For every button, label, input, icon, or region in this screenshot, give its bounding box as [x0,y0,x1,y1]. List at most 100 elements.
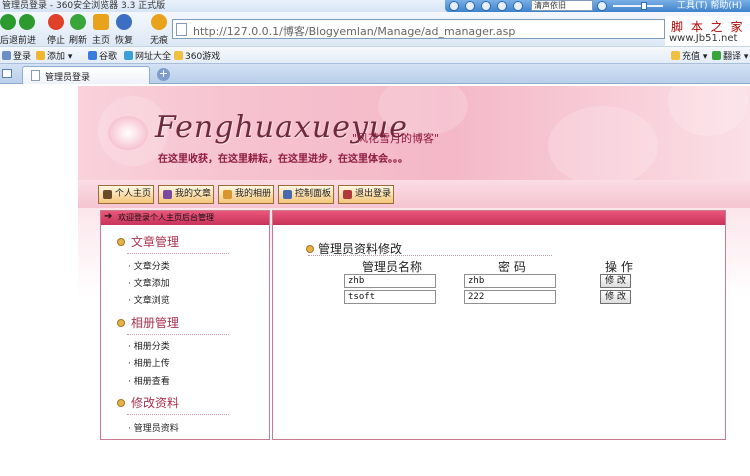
sidebar-section-album: 相册管理 [117,314,179,331]
sidebar-item-album-upload[interactable]: · 相册上传 [128,356,170,369]
page-icon [31,70,40,81]
modify-button[interactable]: 修 改 [600,274,631,288]
fav-login[interactable]: 登录 [2,49,31,62]
google-icon [88,51,97,60]
logout-icon [343,190,352,199]
site-logo-subtitle: "风花雪月的博客" [352,132,440,145]
top-right-menu[interactable]: 工具(T) 帮助(H) [677,0,742,11]
nav-album-label: 我的相册 [235,189,272,199]
refresh-icon [70,14,86,30]
volume-slider-knob[interactable] [641,2,647,10]
new-tab-button[interactable]: + [157,68,170,81]
forward-button[interactable]: 前进 [16,12,38,46]
translate-icon [712,51,721,60]
panel-icon [283,190,292,199]
address-url[interactable]: http://127.0.0.1/博客/Blogyemlan/Manage/ad… [193,23,515,39]
window-title: 管理员登录 - 360安全浏览器 3.3 正式版 [2,1,166,11]
fav-sites[interactable]: 网址大全 [124,49,171,62]
sidebar-item-label: 文章浏览 [133,296,170,306]
watermark-line-2: www.Jb51.net [669,33,738,44]
site-watermark: 脚 本 之 家 www.Jb51.net [665,16,750,46]
column-header-action: 操 作 [605,260,633,274]
nav-control-panel[interactable]: 控制面板 [278,185,334,204]
admin-name-input[interactable]: tsoft [344,290,436,304]
next-track-icon[interactable] [513,1,523,11]
stop-label: 停止 [46,36,65,46]
restore-icon [116,14,132,30]
fav-translate[interactable]: 翻译 ▾ [712,49,748,62]
nav-album[interactable]: 我的相册 [218,185,274,204]
sidebar-item-album-category[interactable]: · 相册分类 [128,339,170,352]
bullet-icon [306,245,314,253]
stop-track-icon[interactable] [497,1,507,11]
fav-recharge-label: 充值 [682,52,701,62]
fav-add[interactable]: 添加 ▾ [36,49,72,62]
sidebar-item-article-add[interactable]: · 文章添加 [128,276,170,289]
previous-track-icon[interactable] [465,1,475,11]
admin-name-input[interactable]: zhb [344,274,436,288]
restore-label: 恢复 [114,36,133,46]
sidebar-header: ➔ 欢迎登录个人主页后台管理 [101,211,269,225]
traceless-button[interactable]: 无痕 [147,12,171,46]
fav-translate-label: 翻译 [723,52,742,62]
fav-google[interactable]: 谷歌 [88,49,117,62]
sidebar-item-label: 相册分类 [133,342,170,352]
fav-add-label: 添加 [47,52,66,62]
home-button[interactable]: 主页 [89,12,113,46]
home-icon [93,14,109,30]
address-bar[interactable]: http://127.0.0.1/博客/Blogyemlan/Manage/ad… [172,19,665,39]
stop-button[interactable]: 停止 [44,12,68,46]
fav-recharge[interactable]: 充值 ▾ [671,49,707,62]
sidebar-item-label: 文章添加 [133,279,170,289]
modify-button[interactable]: 修 改 [600,290,631,304]
song-title: 清声依旧 [531,0,593,11]
banner-decoration [668,86,748,136]
admin-password-input[interactable]: 222 [464,290,556,304]
house-icon [103,190,112,199]
nav-articles[interactable]: 我的文章 [158,185,214,204]
fav-login-label: 登录 [13,52,32,62]
section-title: 文章管理 [131,235,180,249]
media-player-bar: 清声依旧 工具(T) 帮助(H) [445,0,750,12]
fav-google-label: 谷歌 [99,52,118,62]
nav-logout[interactable]: 退出登录 [338,185,394,204]
divider [308,255,552,256]
fav-sites-label: 网址大全 [135,52,172,62]
forward-arrow-icon [19,14,35,30]
home-label: 主页 [91,36,110,46]
back-button[interactable]: 后退 [0,12,18,46]
star-add-icon [36,51,45,60]
pause-icon[interactable] [481,1,491,11]
divider [127,414,229,415]
section-title: 相册管理 [131,316,180,330]
sidebar-item-album-view[interactable]: · 相册查看 [128,374,170,387]
admin-password-input[interactable]: zhb [464,274,556,288]
arrow-right-icon: ➔ [104,211,113,222]
folder-icon [174,51,183,60]
sidebar-item-article-category[interactable]: · 文章分类 [128,259,170,272]
section-title: 修改资料 [131,396,180,410]
bullet-icon [117,399,125,407]
back-arrow-icon [0,14,16,30]
site-slogan: 在这里收获，在这里耕耘，在这里进步，在这里体会。。。 [158,154,408,165]
sidebar-section-profile: 修改资料 [117,394,179,411]
sidebar-toggle-icon[interactable] [2,69,12,78]
close-player-icon[interactable] [449,1,459,11]
sidebar-item-admin-profile[interactable]: · 管理员资料 [128,421,179,434]
fav-games[interactable]: 360游戏 [174,49,220,62]
nav-home[interactable]: 个人主页 [98,185,154,204]
stop-icon [48,14,64,30]
tab-admin-login[interactable]: 管理员登录 [22,66,150,84]
favorites-bar: 登录 添加 ▾ 谷歌 网址大全 360游戏 充值 ▾ 翻译 ▾ [0,46,750,64]
form-title-text: 管理员资料修改 [318,242,403,256]
album-icon [223,190,232,199]
refresh-button[interactable]: 刷新 [66,12,90,46]
sidebar-item-article-browse[interactable]: · 文章浏览 [128,293,170,306]
nav-home-label: 个人主页 [115,189,152,199]
sidebar-item-label: 管理员资料 [133,424,179,434]
volume-slider[interactable] [613,5,663,7]
traceless-label: 无痕 [149,36,168,46]
restore-button[interactable]: 恢复 [112,12,136,46]
sidebar-section-articles: 文章管理 [117,233,179,250]
volume-icon[interactable] [597,1,607,11]
